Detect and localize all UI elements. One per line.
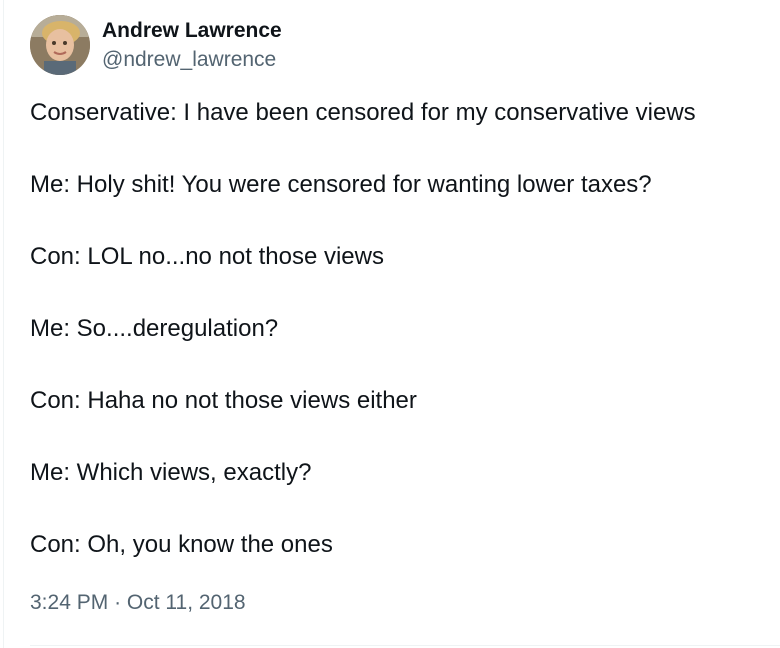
tweet-date: Oct 11, 2018 [126,591,246,614]
bottom-divider [30,645,780,646]
timestamp-separator: · [114,591,122,614]
avatar[interactable] [30,15,90,75]
tweet: Andrew Lawrence @ndrew_lawrence Conserva… [0,0,780,648]
tweet-line: Conservative: I have been censored for m… [30,99,696,126]
tweet-timestamp[interactable]: 3:24 PM · Oct 11, 2018 [30,588,246,618]
tweet-line: Me: So....deregulation? [30,315,279,342]
author-names: Andrew Lawrence @ndrew_lawrence [102,15,282,75]
author-handle[interactable]: @ndrew_lawrence [102,45,282,75]
tweet-line: Me: Which views, exactly? [30,459,312,486]
tweet-text: Conservative: I have been censored for m… [30,96,770,562]
tweet-time: 3:24 PM [30,591,109,614]
author-display-name[interactable]: Andrew Lawrence [102,17,282,45]
tweet-line: Con: Oh, you know the ones [30,531,333,558]
avatar-photo-icon [30,15,90,75]
tweet-line: Con: LOL no...no not those views [30,243,384,270]
tweet-header: Andrew Lawrence @ndrew_lawrence [30,15,282,75]
tweet-line: Con: Haha no not those views either [30,387,417,414]
tweet-line: Me: Holy shit! You were censored for wan… [30,171,652,198]
